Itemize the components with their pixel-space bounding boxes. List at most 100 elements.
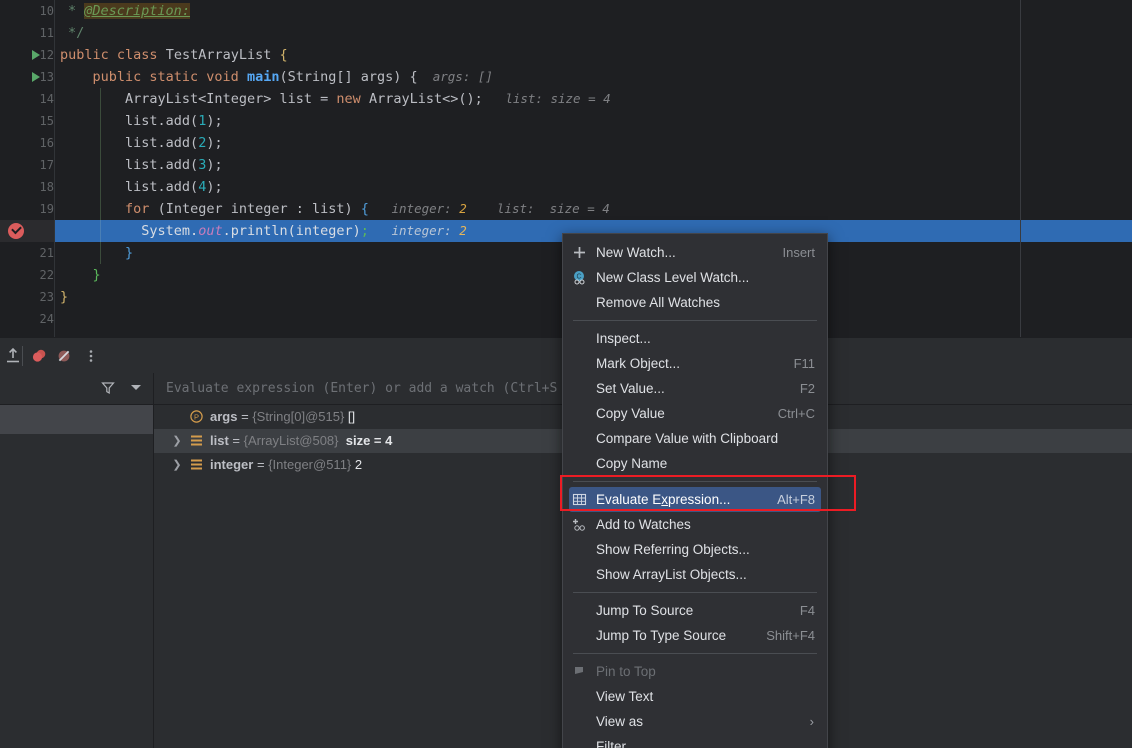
evaluate-icon [572, 493, 587, 506]
variable-equals: = [232, 433, 241, 448]
variable-name: args [210, 409, 238, 424]
system-prefix: System. [141, 223, 199, 239]
menu-item-shortcut: Insert [782, 245, 815, 260]
inlay-hint-integer-label: integer: [391, 201, 452, 216]
inlay-hint-list-label: list: [505, 91, 543, 106]
toolbar-separator [22, 346, 23, 366]
expand-chevron-icon[interactable]: ❯ [170, 429, 184, 453]
call-list-add: list.add( [125, 135, 199, 151]
code-line-16[interactable]: 16 list.add(2); [0, 132, 1132, 154]
code-line-13[interactable]: 13 public static void main(String[] args… [0, 66, 1132, 88]
call-end: ); [206, 179, 223, 195]
menu-item-evaluate-expression[interactable]: Evaluate Expression... Alt+F8 [569, 487, 821, 512]
view-breakpoints-icon[interactable] [30, 347, 48, 365]
menu-item-shortcut: F11 [793, 356, 815, 371]
evaluate-expression-input[interactable]: Evaluate expression (Enter) or add a wat… [166, 373, 557, 404]
menu-item-copy-value[interactable]: Copy Value Ctrl+C [563, 401, 827, 426]
filter-icon[interactable] [101, 381, 115, 395]
menu-item-show-arraylist-objects[interactable]: Show ArrayList Objects... [563, 562, 827, 587]
inlay-hint-args-label: args: [432, 69, 471, 84]
menu-item-mark-object[interactable]: Mark Object... F11 [563, 351, 827, 376]
menu-item-label: New Watch... [596, 245, 676, 260]
menu-item-remove-all-watches[interactable]: Remove All Watches [563, 290, 827, 315]
variable-text-args: args = {String[0]@515} [] [210, 405, 355, 429]
debugger-context-menu[interactable]: New Watch... Insert C New Class Level Wa… [562, 233, 828, 748]
frame-row-selected[interactable] [0, 405, 153, 434]
code-line-14[interactable]: 14 ArrayList<Integer> list = new ArrayLi… [0, 88, 1132, 110]
pin-icon [575, 667, 583, 674]
menu-item-view-as[interactable]: View as › [563, 709, 827, 734]
menu-item-set-value[interactable]: Set Value... F2 [563, 376, 827, 401]
menu-item-label: Copy Name [596, 456, 668, 471]
menu-item-label: View Text [596, 689, 654, 704]
menu-item-label: Jump To Source [596, 603, 694, 618]
menu-item-label: Evaluate Expression... [596, 492, 731, 507]
variable-name: integer [210, 457, 254, 472]
code-line-10[interactable]: 10 * @Description: [0, 0, 1132, 22]
code-line-15[interactable]: 15 list.add(1); [0, 110, 1132, 132]
menu-separator [573, 653, 817, 654]
code-line-20-text: System.out.println(integer); integer: 2 [60, 220, 466, 242]
kw-class: class [116, 47, 158, 63]
menu-item-view-text[interactable]: View Text [563, 684, 827, 709]
menu-item-inspect[interactable]: Inspect... [563, 326, 827, 351]
menu-item-jump-to-type-source[interactable]: Jump To Type Source Shift+F4 [563, 623, 827, 648]
variable-type: {ArrayList@508} [243, 433, 339, 448]
submenu-chevron-icon: › [809, 714, 814, 729]
run-gutter-icon[interactable] [30, 71, 42, 83]
variable-type: {String[0]@515} [252, 409, 345, 424]
line-number-14: 14 [39, 92, 54, 106]
menu-item-copy-name[interactable]: Copy Name [563, 451, 827, 476]
expand-chevron-icon[interactable]: ❯ [170, 453, 184, 477]
menu-separator [573, 592, 817, 593]
more-options-icon[interactable] [82, 347, 100, 365]
code-line-12-text: public class TestArrayList { [60, 44, 288, 66]
code-line-18[interactable]: 18 list.add(4); [0, 176, 1132, 198]
menu-item-shortcut: Shift+F4 [766, 628, 815, 643]
variable-value: size = 4 [345, 433, 393, 448]
menu-item-new-class-level-watch[interactable]: C New Class Level Watch... [563, 265, 827, 290]
println-call: .println(integer) [222, 223, 361, 239]
menu-item-jump-to-source[interactable]: Jump To Source F4 [563, 598, 827, 623]
run-gutter-icon[interactable] [30, 49, 42, 61]
menu-item-label: Compare Value with Clipboard [596, 431, 779, 446]
svg-text:P: P [194, 412, 199, 421]
code-line-17[interactable]: 17 list.add(3); [0, 154, 1132, 176]
export-to-text-file-icon[interactable] [4, 347, 22, 365]
code-line-19[interactable]: 19 for (Integer integer : list) { intege… [0, 198, 1132, 220]
frames-pane[interactable] [0, 373, 154, 748]
brace-close-mid: } [92, 267, 101, 283]
line-number-12: 12 [39, 48, 54, 62]
menu-item-add-to-watches[interactable]: Add to Watches [563, 512, 827, 537]
kw-for: for [125, 201, 150, 217]
brace-close-inner: } [125, 245, 134, 261]
code-line-12[interactable]: 12 public class TestArrayList { [0, 44, 1132, 66]
variable-text-integer: integer = {Integer@511} 2 [210, 453, 362, 477]
menu-item-label: Filter... [596, 739, 637, 748]
menu-item-show-referring-objects[interactable]: Show Referring Objects... [563, 537, 827, 562]
parameter-icon: P [190, 410, 203, 423]
code-line-11[interactable]: 11 */ [0, 22, 1132, 44]
mute-breakpoints-icon[interactable] [55, 347, 73, 365]
field-out: out [198, 223, 223, 239]
menu-item-label: Jump To Type Source [596, 628, 727, 643]
right-margin-guide [1020, 0, 1021, 337]
variable-equals: = [256, 457, 265, 472]
menu-item-shortcut: Ctrl+C [777, 406, 815, 421]
variable-type: {Integer@511} [268, 457, 352, 472]
breakpoint-icon[interactable] [8, 223, 24, 239]
menu-separator [573, 481, 817, 482]
line-number-23: 23 [39, 290, 54, 304]
kw-modifiers: public static void [92, 69, 239, 85]
chevron-down-icon[interactable] [131, 385, 141, 390]
menu-item-label: Remove All Watches [596, 295, 721, 310]
menu-item-new-watch[interactable]: New Watch... Insert [563, 240, 827, 265]
menu-item-filter[interactable]: Filter... [563, 734, 827, 748]
method-name-main: main [246, 69, 280, 85]
inlay-hint-list-label: list: [496, 201, 535, 216]
menu-item-compare-value-with-clipboard[interactable]: Compare Value with Clipboard [563, 426, 827, 451]
code-line-15-text: list.add(1); [60, 110, 223, 132]
field-list-icon [191, 459, 202, 470]
comment-close: */ [68, 25, 85, 41]
line-number-16: 16 [39, 136, 54, 150]
